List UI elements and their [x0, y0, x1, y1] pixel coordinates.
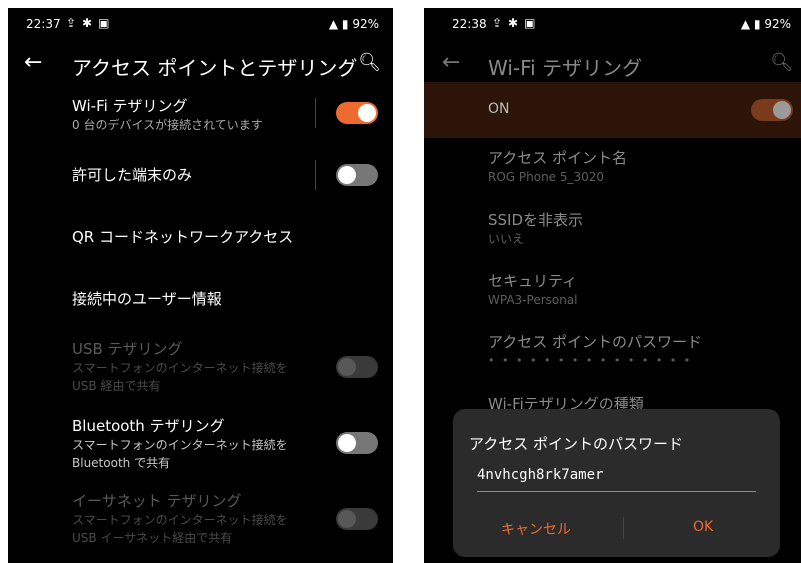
status-bar: 22:37 ⇪✱▣ ▲ ▮ 92% [8, 8, 393, 38]
right-phone-screen: 22:38 ⇪✱▣ ▲ ▮ 92% ← Wi-Fi テザリング 🔍︎ ON アク… [424, 8, 801, 563]
button-separator [623, 517, 624, 539]
notification-icons: ⇪✱▣ [66, 16, 116, 30]
ethernet-tethering-subtitle-2: USB イーサネット経由で共有 [72, 531, 233, 545]
search-icon[interactable]: 🔍︎ [358, 52, 381, 73]
hotspot-password-masked: • • • • • • • • • • • • • • • [488, 354, 693, 367]
allowed-devices-toggle[interactable] [336, 164, 378, 186]
battery-percent: 92% [352, 17, 379, 31]
security-title: セキュリティ [488, 272, 578, 290]
hide-ssid-title: SSIDを非表示 [488, 211, 584, 229]
password-input[interactable]: 4nvhcgh8rk7amer [477, 467, 756, 492]
connected-users-title: 接続中のユーザー情報 [72, 290, 222, 308]
app-bar: ← アクセス ポイントとテザリング 🔍︎ [8, 44, 393, 88]
status-right: ▲ ▮ 92% [741, 17, 791, 31]
hotspot-password-item[interactable]: アクセス ポイントのパスワード • • • • • • • • • • • • … [488, 332, 702, 370]
qr-code-item[interactable]: QR コードネットワークアクセス [72, 227, 393, 247]
page-title: アクセス ポイントとテザリング [72, 56, 358, 80]
hide-ssid-value: いいえ [488, 232, 525, 246]
master-switch-toggle[interactable] [751, 99, 793, 121]
search-icon[interactable]: 🔍︎ [770, 52, 793, 73]
wifi-tethering-toggle[interactable] [336, 102, 378, 124]
master-switch-label: ON [488, 101, 510, 117]
page-title: Wi-Fi テザリング [488, 56, 643, 80]
signal-icon: ▲ [740, 17, 751, 31]
divider [315, 160, 316, 190]
qr-code-title: QR コードネットワークアクセス [72, 228, 294, 246]
usb-tethering-subtitle-2: USB 経由で共有 [72, 379, 161, 393]
battery-percent: 92% [764, 17, 791, 31]
password-dialog: アクセス ポイントのパスワード 4nvhcgh8rk7amer キャンセル OK [453, 409, 780, 557]
hide-ssid-item[interactable]: SSIDを非表示 いいえ [488, 210, 583, 248]
connected-users-item[interactable]: 接続中のユーザー情報 [72, 289, 393, 309]
ethernet-tethering-toggle [336, 508, 378, 530]
hotspot-name-title: アクセス ポイント名 [488, 149, 628, 167]
status-bar: 22:38 ⇪✱▣ ▲ ▮ 92% [424, 8, 801, 38]
dialog-title: アクセス ポイントのパスワード [469, 435, 684, 453]
security-value: WPA3-Personal [488, 293, 578, 307]
notification-icons: ⇪✱▣ [492, 16, 542, 30]
signal-icon: ▲ [328, 17, 339, 31]
ok-button[interactable]: OK [693, 519, 713, 535]
status-right: ▲ ▮ 92% [329, 17, 379, 31]
left-phone-screen: 22:37 ⇪✱▣ ▲ ▮ 92% ← アクセス ポイントとテザリング 🔍︎ W… [8, 8, 393, 563]
back-arrow-icon[interactable]: ← [24, 50, 42, 75]
usb-tethering-toggle [336, 356, 378, 378]
cancel-button[interactable]: キャンセル [501, 519, 571, 539]
status-time: 22:37 [26, 17, 61, 31]
master-switch-bar[interactable]: ON [424, 82, 801, 138]
hotspot-name-value: ROG Phone 5_3020 [488, 170, 605, 184]
hotspot-name-item[interactable]: アクセス ポイント名 ROG Phone 5_3020 [488, 148, 627, 186]
battery-icon: ▮ [753, 17, 761, 31]
status-time: 22:38 [452, 17, 487, 31]
back-arrow-icon[interactable]: ← [442, 50, 460, 75]
hotspot-password-title: アクセス ポイントのパスワード [488, 333, 703, 351]
divider [315, 98, 316, 128]
bluetooth-tethering-subtitle-2: Bluetooth で共有 [72, 456, 171, 470]
battery-icon: ▮ [341, 17, 349, 31]
bluetooth-tethering-toggle[interactable] [336, 432, 378, 454]
security-item[interactable]: セキュリティ WPA3-Personal [488, 271, 578, 309]
